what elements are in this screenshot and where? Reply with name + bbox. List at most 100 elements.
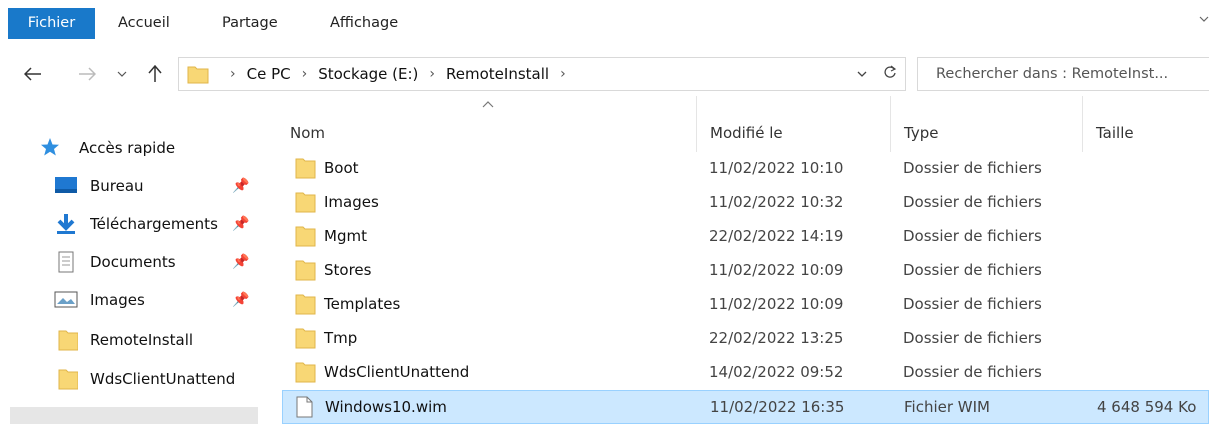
nav-item-documents[interactable]: Documents 📌 (0, 244, 262, 280)
file-name: Windows10.wim (325, 398, 447, 416)
column-label: Type (904, 124, 939, 142)
folder-icon (54, 368, 79, 390)
file-modified: 11/02/2022 10:09 (709, 261, 844, 279)
file-type: Dossier de fichiers (903, 329, 1042, 347)
file-type: Dossier de fichiers (903, 261, 1042, 279)
pin-icon[interactable]: 📌 (232, 216, 249, 232)
nav-label: Accès rapide (79, 139, 176, 157)
ribbon-expand-icon[interactable] (1199, 12, 1209, 26)
file-name: WdsClientUnattend (324, 363, 470, 381)
pin-icon[interactable]: 📌 (232, 178, 249, 194)
file-name: Stores (324, 261, 372, 279)
table-row[interactable]: Boot 11/02/2022 10:10 Dossier de fichiers (282, 152, 1209, 186)
chevron-down-icon[interactable] (857, 66, 867, 82)
file-size: 4 648 594 Ko (1097, 398, 1197, 416)
column-label: Modifié le (710, 124, 783, 142)
column-label: Taille (1096, 124, 1134, 142)
file-type: Dossier de fichiers (903, 363, 1042, 381)
file-modified: 11/02/2022 10:10 (709, 159, 844, 177)
file-list: Nom Modifié le Type Taille Boot 11/02/202… (262, 96, 1209, 424)
back-icon[interactable] (18, 52, 48, 96)
nav-label: RemoteInstall (90, 331, 194, 349)
folder-icon (294, 225, 316, 251)
file-name: Boot (324, 159, 359, 177)
folder-icon (294, 327, 316, 353)
file-type: Dossier de fichiers (903, 227, 1042, 245)
nav-label: Images (90, 291, 145, 309)
nav-item-remoteinstall[interactable]: RemoteInstall (0, 322, 262, 358)
navigation-pane: Accès rapide Bureau 📌 Téléchargements 📌 … (0, 96, 262, 424)
recent-locations-icon[interactable] (110, 52, 134, 96)
chevron-right-icon[interactable]: › (560, 66, 566, 82)
breadcrumb-remoteinstall[interactable]: RemoteInstall (446, 65, 549, 83)
tab-affichage[interactable]: Affichage (330, 8, 398, 39)
refresh-icon[interactable] (883, 65, 897, 83)
nav-item-bureau[interactable]: Bureau 📌 (0, 168, 262, 204)
column-label: Nom (290, 124, 326, 142)
table-row[interactable]: Tmp 22/02/2022 13:25 Dossier de fichiers (282, 322, 1209, 356)
file-type: Dossier de fichiers (903, 193, 1042, 211)
folder-icon (294, 259, 316, 285)
column-header-name[interactable]: Nom (282, 96, 702, 152)
address-bar[interactable]: › Ce PC › Stockage (E:) › RemoteInstall … (178, 57, 906, 91)
chevron-right-icon[interactable]: › (302, 66, 308, 82)
file-modified: 22/02/2022 13:25 (709, 329, 844, 347)
nav-item-telechargements[interactable]: Téléchargements 📌 (0, 206, 262, 242)
folder-icon (294, 191, 316, 217)
file-modified: 22/02/2022 14:19 (709, 227, 844, 245)
nav-label: Téléchargements (90, 215, 218, 233)
table-row[interactable]: Templates 11/02/2022 10:09 Dossier de fich… (282, 288, 1209, 322)
up-icon[interactable] (140, 52, 170, 96)
folder-icon (294, 157, 316, 183)
file-type: Dossier de fichiers (903, 295, 1042, 313)
file-type: Dossier de fichiers (903, 159, 1042, 177)
breadcrumb-ce-pc[interactable]: Ce PC (247, 65, 291, 83)
tab-partage[interactable]: Partage (222, 8, 278, 39)
pin-icon[interactable]: 📌 (232, 254, 249, 270)
table-row[interactable]: WdsClientUnattend 14/02/2022 09:52 Dossier… (282, 356, 1209, 390)
download-icon (54, 213, 78, 235)
search-placeholder: Rechercher dans : RemoteInst... (936, 66, 1169, 82)
table-row[interactable]: Mgmt 22/02/2022 14:19 Dossier de fichiers (282, 220, 1209, 254)
table-row[interactable]: Stores 11/02/2022 10:09 Dossier de fichier… (282, 254, 1209, 288)
file-modified: 11/02/2022 16:35 (710, 398, 845, 416)
file-modified: 11/02/2022 10:32 (709, 193, 844, 211)
nav-item-wdsclientunattend[interactable]: WdsClientUnattend (0, 361, 262, 397)
file-modified: 11/02/2022 10:09 (709, 295, 844, 313)
ribbon-tabs: Fichier Accueil Partage Affichage (0, 0, 1209, 46)
nav-item-partial[interactable] (10, 407, 258, 424)
file-name: Tmp (324, 329, 358, 347)
documents-icon (54, 251, 78, 273)
nav-item-images[interactable]: Images 📌 (0, 282, 262, 318)
chevron-right-icon[interactable]: › (230, 66, 236, 82)
nav-quick-access[interactable]: Accès rapide (0, 130, 262, 166)
column-header-type[interactable]: Type (896, 96, 1084, 152)
file-name: Templates (324, 295, 401, 313)
chevron-right-icon[interactable]: › (429, 66, 435, 82)
search-input[interactable]: Rechercher dans : RemoteInst... (917, 57, 1209, 91)
star-icon (40, 137, 60, 161)
forward-icon[interactable] (72, 52, 102, 96)
table-row[interactable]: Windows10.wim 11/02/2022 16:35 Fichier WIM… (282, 390, 1209, 424)
breadcrumb-stockage[interactable]: Stockage (E:) (318, 65, 418, 83)
column-header-modified[interactable]: Modifié le (702, 96, 892, 152)
pictures-icon (54, 289, 78, 311)
folder-icon (294, 293, 316, 319)
folder-icon (187, 64, 209, 88)
file-type: Fichier WIM (904, 398, 990, 416)
navigation-bar: › Ce PC › Stockage (E:) › RemoteInstall … (0, 52, 1209, 96)
tab-fichier[interactable]: Fichier (8, 8, 95, 39)
column-header-size[interactable]: Taille (1088, 96, 1208, 152)
column-divider[interactable] (1082, 96, 1083, 152)
nav-label: WdsClientUnattend (90, 370, 236, 388)
pin-icon[interactable]: 📌 (232, 292, 249, 308)
tab-accueil[interactable]: Accueil (118, 8, 170, 39)
file-name: Images (324, 193, 379, 211)
column-divider[interactable] (890, 96, 891, 152)
table-row[interactable]: Images 11/02/2022 10:32 Dossier de fichier… (282, 186, 1209, 220)
file-icon (295, 396, 313, 422)
breadcrumb: › Ce PC › Stockage (E:) › RemoteInstall … (219, 58, 577, 90)
column-divider[interactable] (696, 96, 697, 152)
nav-label: Bureau (90, 177, 144, 195)
file-modified: 14/02/2022 09:52 (709, 363, 844, 381)
